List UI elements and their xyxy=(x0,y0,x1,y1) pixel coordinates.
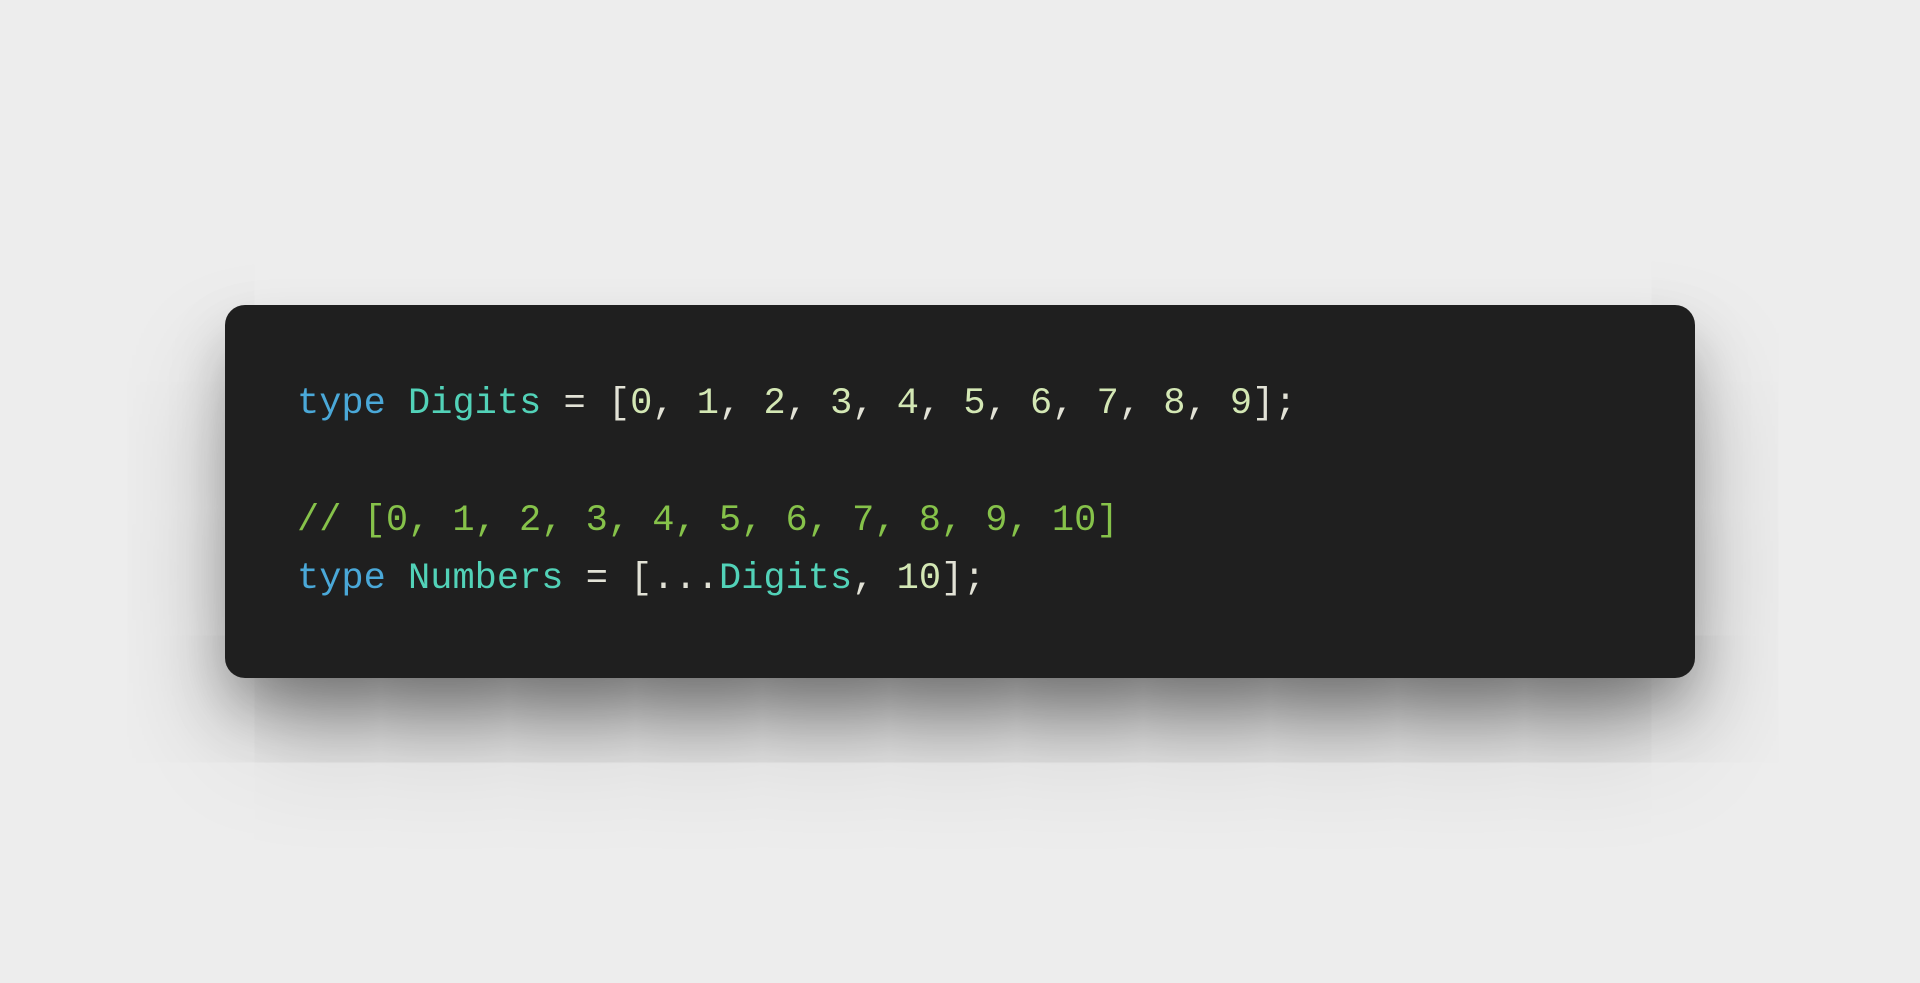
code-token: , xyxy=(719,383,763,425)
code-token: ]; xyxy=(1252,383,1296,425)
code-token: , xyxy=(652,383,696,425)
code-token xyxy=(541,383,563,425)
code-token xyxy=(563,558,585,600)
code-token: 10 xyxy=(897,558,941,600)
code-token: type xyxy=(297,383,386,425)
code-token: , xyxy=(1119,383,1163,425)
stage: type Digits = [0, 1, 2, 3, 4, 5, 6, 7, 8… xyxy=(0,0,1920,983)
code-token: = xyxy=(564,383,586,425)
code-token: type xyxy=(297,558,386,600)
code-line: // [0, 1, 2, 3, 4, 5, 6, 7, 8, 9, 10] xyxy=(297,500,1119,542)
code-token xyxy=(386,383,408,425)
code-card: type Digits = [0, 1, 2, 3, 4, 5, 6, 7, 8… xyxy=(225,305,1695,679)
code-token: 5 xyxy=(963,383,985,425)
code-token: 1 xyxy=(697,383,719,425)
code-line: type Numbers = [...Digits, 10]; xyxy=(297,558,985,600)
code-token xyxy=(297,441,319,483)
code-token: , xyxy=(852,383,896,425)
code-line: type Digits = [0, 1, 2, 3, 4, 5, 6, 7, 8… xyxy=(297,383,1297,425)
code-token: , xyxy=(852,558,896,600)
code-token: 7 xyxy=(1097,383,1119,425)
code-token: 0 xyxy=(630,383,652,425)
code-token: , xyxy=(919,383,963,425)
code-token: 6 xyxy=(1030,383,1052,425)
code-token: 8 xyxy=(1163,383,1185,425)
code-token: 2 xyxy=(763,383,785,425)
code-token: 4 xyxy=(897,383,919,425)
code-block: type Digits = [0, 1, 2, 3, 4, 5, 6, 7, 8… xyxy=(297,375,1623,609)
code-token: [... xyxy=(630,558,719,600)
code-token xyxy=(608,558,630,600)
code-line xyxy=(297,441,319,483)
code-token: [ xyxy=(608,383,630,425)
code-token: 3 xyxy=(830,383,852,425)
code-token: , xyxy=(1052,383,1096,425)
code-token: = xyxy=(586,558,608,600)
code-token: 9 xyxy=(1230,383,1252,425)
code-token: , xyxy=(1186,383,1230,425)
code-token xyxy=(386,558,408,600)
code-token: // [0, 1, 2, 3, 4, 5, 6, 7, 8, 9, 10] xyxy=(297,500,1119,542)
code-token: Numbers xyxy=(408,558,563,600)
code-token: , xyxy=(986,383,1030,425)
code-token: Digits xyxy=(719,558,852,600)
code-token xyxy=(586,383,608,425)
code-token: , xyxy=(786,383,830,425)
code-token: Digits xyxy=(408,383,541,425)
code-token: ]; xyxy=(941,558,985,600)
